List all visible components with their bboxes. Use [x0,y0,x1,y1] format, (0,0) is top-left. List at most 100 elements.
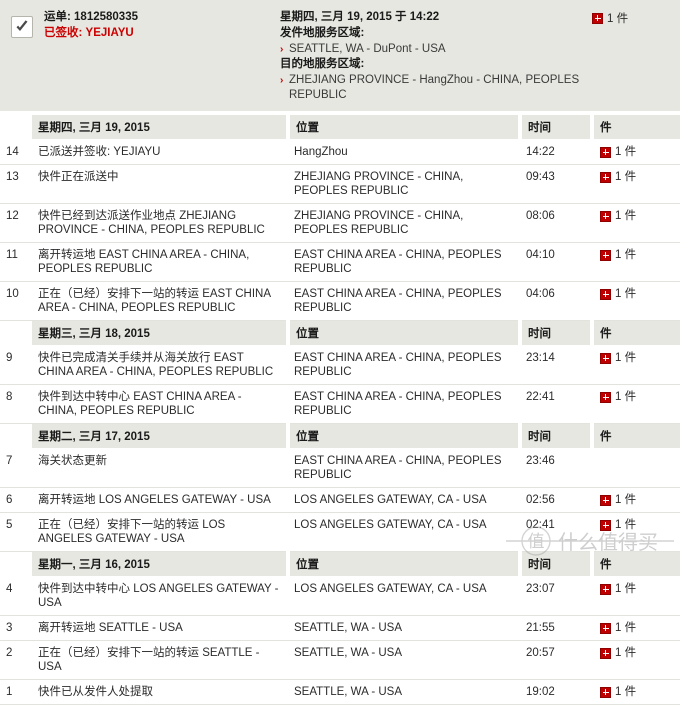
expand-plus-icon[interactable] [600,686,611,698]
expand-plus-icon[interactable] [600,210,611,222]
row-package-badge[interactable]: 1 件 [600,493,674,507]
row-package-badge[interactable]: 1 件 [600,518,674,532]
table-row: 5 正在（已经）安排下一站的转运 LOS ANGELES GATEWAY - US… [0,512,680,552]
summary-checkbox-cell [0,6,44,38]
row-time: 09:43 [520,164,592,204]
row-package-badge[interactable]: 1 件 [600,209,674,223]
row-sequence-number: 7 [0,448,32,488]
date-group-header: 星期四, 三月 19, 2015 位置 时间件 [0,114,680,140]
row-package-count: 1 件 [615,391,637,403]
date-header-spacer [0,320,32,346]
table-row: 7 海关状态更新 EAST CHINA AREA - CHINA, PEOPLES … [0,448,680,488]
row-package-badge[interactable]: 1 件 [600,170,674,184]
expand-plus-icon[interactable] [600,288,611,300]
date-group-label: 星期二, 三月 17, 2015 [32,423,290,449]
row-location: LOS ANGELES GATEWAY, CA - USA [288,512,520,552]
row-activity: 快件到达中转中心 LOS ANGELES GATEWAY - USA [32,576,288,616]
row-package-badge[interactable]: 1 件 [600,685,674,699]
expand-plus-icon[interactable] [600,146,611,158]
row-activity: 已派送并签收: YEJIAYU [32,139,288,165]
row-sequence-number: 14 [0,139,32,165]
expand-plus-icon[interactable] [600,622,611,634]
row-location: EAST CHINA AREA - CHINA, PEOPLES REPUBLI… [288,448,520,488]
row-activity: 快件到达中转中心 EAST CHINA AREA - CHINA, PEOPLE… [32,384,288,424]
row-package-badge[interactable]: 1 件 [600,646,674,660]
shipment-summary-panel: 运单: 1812580335 已签收: YEJIAYU 星期四, 三月 19, … [0,0,680,114]
row-activity: 离开转运地 EAST CHINA AREA - CHINA, PEOPLES R… [32,242,288,282]
row-package-badge[interactable]: 1 件 [600,582,674,596]
table-row: 10 正在（已经）安排下一站的转运 EAST CHINA AREA - CHINA… [0,281,680,321]
date-group-header: 星期一, 三月 16, 2015 位置 时间件 [0,551,680,577]
table-row: 11 离开转运地 EAST CHINA AREA - CHINA, PEOPLES… [0,242,680,282]
row-package-count: 1 件 [615,352,637,364]
row-activity: 正在（已经）安排下一站的转运 SEATTLE - USA [32,640,288,680]
table-row: 14 已派送并签收: YEJIAYU HangZhou 14:22 1 件 [0,139,680,165]
row-location: SEATTLE, WA - USA [288,640,520,680]
row-time: 08:06 [520,203,592,243]
row-pieces-cell: 1 件 [592,384,680,424]
table-row: 13 快件正在派送中 ZHEJIANG PROVINCE - CHINA, PEOP… [0,164,680,204]
table-row: 6 离开转运地 LOS ANGELES GATEWAY - USA LOS ANGE… [0,487,680,513]
table-row: 1 快件已从发件人处提取 SEATTLE, WA - USA 19:02 1 件 [0,679,680,705]
row-package-count: 1 件 [615,686,637,698]
row-time: 23:46 [520,448,592,488]
row-time: 02:56 [520,487,592,513]
table-row: 9 快件已完成清关手续并从海关放行 EAST CHINA AREA - CHINA… [0,345,680,385]
column-header-time: 时间 [520,114,594,140]
row-pieces-cell: 1 件 [592,242,680,282]
destination-value: ZHEJIANG PROVINCE - HangZhou - CHINA, PE… [289,74,580,101]
summary-package-badge[interactable]: 1 件 [592,10,680,26]
row-activity: 快件已经到达派送作业地点 ZHEJIANG PROVINCE - CHINA, … [32,203,288,243]
tracking-history-body: 星期四, 三月 19, 2015 位置 时间件 14 已派送并签收: YEJIAYU Ha… [0,114,680,705]
row-pieces-cell: 1 件 [592,139,680,165]
origin-value-row: › SEATTLE, WA - DuPont - USA [280,42,588,57]
row-pieces-cell: 1 件 [592,640,680,680]
delivery-status: 已签收: YEJIAYU [44,27,134,39]
expand-plus-icon[interactable] [600,391,611,403]
row-sequence-number: 6 [0,487,32,513]
row-package-count: 1 件 [615,583,637,595]
row-package-count: 1 件 [615,210,637,222]
date-header-spacer [0,423,32,449]
row-package-count: 1 件 [615,146,637,158]
column-header-location: 位置 [288,114,522,140]
expand-plus-icon[interactable] [600,647,611,659]
row-package-badge[interactable]: 1 件 [600,621,674,635]
row-sequence-number: 1 [0,679,32,705]
column-header-pieces: 件 [592,114,680,140]
row-activity: 离开转运地 LOS ANGELES GATEWAY - USA [32,487,288,513]
date-header-spacer [0,551,32,577]
row-package-badge[interactable]: 1 件 [600,351,674,365]
row-location: HangZhou [288,139,520,165]
row-package-badge[interactable]: 1 件 [600,145,674,159]
row-package-count: 1 件 [615,647,637,659]
destination-heading: 目的地服务区域: [280,58,365,70]
select-shipment-checkbox[interactable] [11,16,33,38]
row-package-count: 1 件 [615,288,637,300]
row-pieces-cell: 1 件 [592,576,680,616]
row-location: EAST CHINA AREA - CHINA, PEOPLES REPUBLI… [288,242,520,282]
row-package-badge[interactable]: 1 件 [600,287,674,301]
delivered-datetime: 星期四, 三月 19, 2015 于 14:22 [280,11,440,23]
row-pieces-cell: 1 件 [592,281,680,321]
expand-plus-icon[interactable] [600,494,611,506]
expand-plus-icon[interactable] [600,352,611,364]
expand-plus-icon[interactable] [600,249,611,261]
expand-plus-icon[interactable] [592,12,603,24]
row-pieces-cell: 1 件 [592,512,680,552]
expand-plus-icon[interactable] [600,519,611,531]
row-activity: 正在（已经）安排下一站的转运 EAST CHINA AREA - CHINA, … [32,281,288,321]
table-row: 4 快件到达中转中心 LOS ANGELES GATEWAY - USA LOS A… [0,576,680,616]
summary-waybill-block: 运单: 1812580335 已签收: YEJIAYU [44,6,280,42]
column-header-pieces: 件 [592,551,680,577]
expand-plus-icon[interactable] [600,583,611,595]
row-package-badge[interactable]: 1 件 [600,390,674,404]
expand-plus-icon[interactable] [600,171,611,183]
column-header-time: 时间 [520,551,594,577]
row-activity: 快件已从发件人处提取 [32,679,288,705]
row-sequence-number: 12 [0,203,32,243]
row-package-badge[interactable]: 1 件 [600,248,674,262]
row-pieces-cell: 1 件 [592,615,680,641]
date-header-spacer [0,114,32,140]
column-header-time: 时间 [520,320,594,346]
